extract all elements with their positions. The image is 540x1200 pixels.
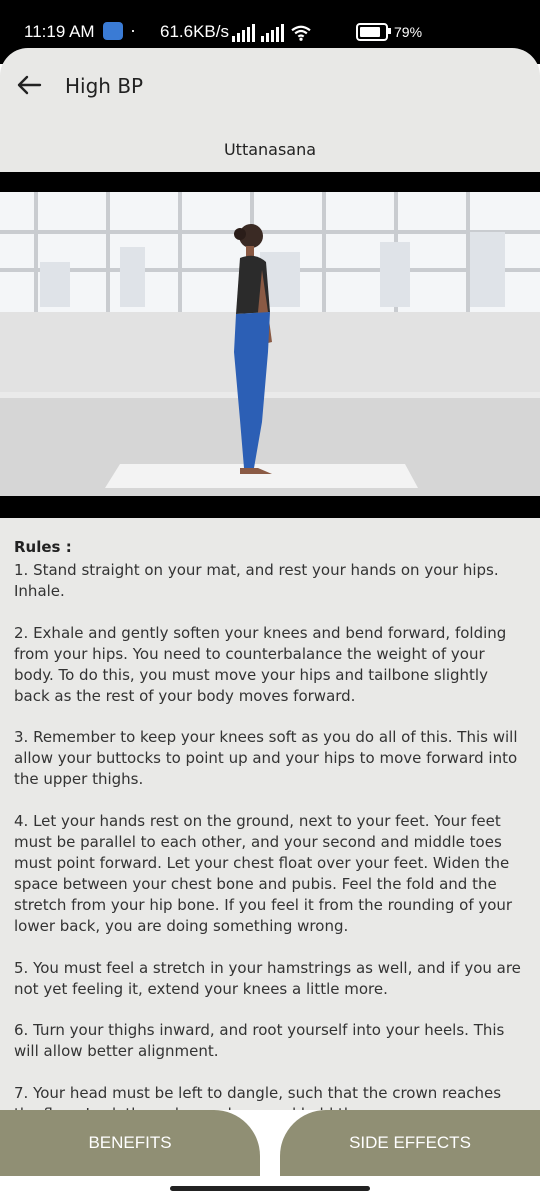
cell-signal-icon [232, 24, 255, 42]
app-bar: High BP Uttanasana [0, 48, 540, 172]
page-title: High BP [65, 74, 144, 98]
rule-item: 5. You must feel a stretch in your hamst… [14, 958, 521, 998]
rule-item: 1. Stand straight on your mat, and rest … [14, 561, 499, 600]
rule-item: 6. Turn your thighs inward, and root you… [14, 1021, 505, 1061]
status-time: 11:19 AM [24, 22, 95, 41]
benefits-button[interactable]: BENEFITS [0, 1110, 260, 1176]
pose-name: Uttanasana [223, 140, 317, 159]
signal-icons [232, 20, 312, 42]
rule-item: 4. Let your hands rest on the ground, ne… [14, 812, 513, 935]
rule-item: 2. Exhale and gently soften your knees a… [14, 623, 507, 705]
rules-panel[interactable]: Rules : 1. Stand straight on your mat, a… [0, 518, 540, 1118]
battery-icon [356, 23, 388, 41]
battery-percent: 79% [394, 24, 423, 40]
battery-cap [388, 28, 391, 34]
cell-signal-2-icon [261, 24, 284, 42]
network-speed: 61.6KB/s [160, 22, 229, 41]
pose-video[interactable] [0, 172, 540, 518]
bottom-tabs: BENEFITS SIDE EFFECTS [0, 1110, 540, 1176]
side-effects-button[interactable]: SIDE EFFECTS [280, 1110, 540, 1176]
notification-app-icon [103, 22, 123, 40]
gesture-bar [0, 1176, 540, 1200]
back-button[interactable] [14, 70, 44, 100]
rule-item: 3. Remember to keep your knees soft as y… [14, 728, 518, 789]
rules-heading: Rules : [14, 538, 72, 556]
notification-dot: · [130, 20, 136, 40]
arrow-left-icon [17, 75, 42, 95]
rules-list: 1. Stand straight on your mat, and rest … [14, 560, 526, 1118]
video-frame [0, 192, 540, 496]
home-indicator[interactable] [170, 1186, 370, 1191]
wifi-icon [291, 25, 311, 41]
